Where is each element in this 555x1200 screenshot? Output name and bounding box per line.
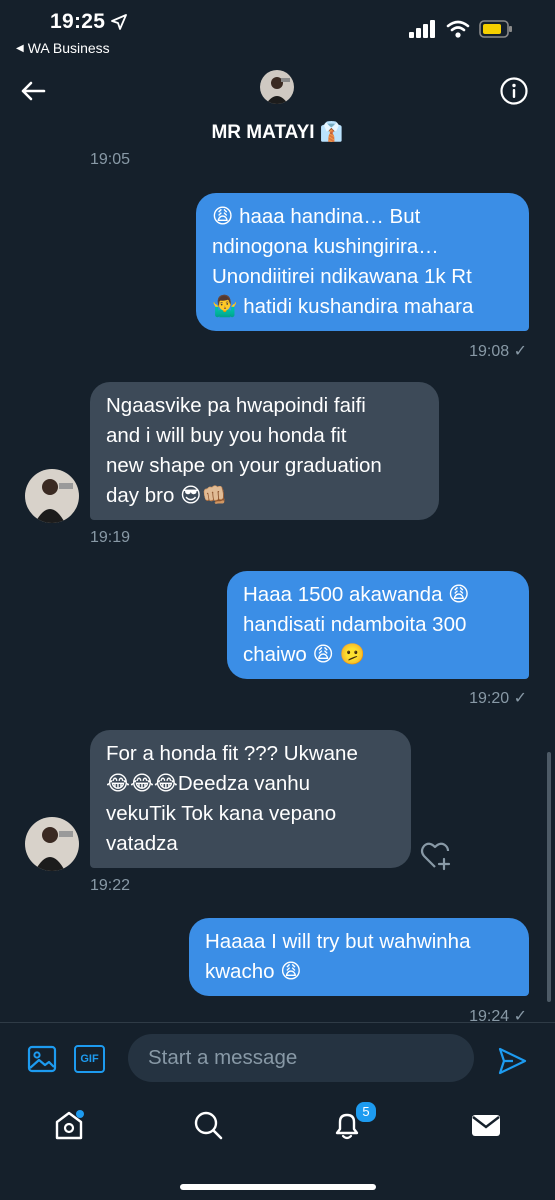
message-timestamp: 19:20 ✓ <box>469 690 527 707</box>
sent-message-bubble[interactable]: 😩 haaa handina… But ndinogona kushingiri… <box>196 193 529 331</box>
received-message-bubble[interactable]: For a honda fit ??? Ukwane 😂😂😂Deedza van… <box>90 730 411 868</box>
scrollbar[interactable] <box>547 752 551 1002</box>
status-indicators <box>409 20 513 38</box>
received-message-bubble[interactable]: Ngaasvike pa hwapoindi faifi and i will … <box>90 382 439 520</box>
cellular-signal-icon <box>409 20 435 38</box>
gif-button[interactable]: GIF <box>74 1045 105 1073</box>
gif-label: GIF <box>80 1053 99 1065</box>
contact-avatar[interactable] <box>260 70 294 104</box>
sent-message-bubble[interactable]: Haaa 1500 akawanda 😩 handisati ndamboita… <box>227 571 529 679</box>
info-icon[interactable] <box>499 76 529 106</box>
status-bar: 19:25 ◀ WA Business <box>0 0 555 62</box>
add-reaction-heart-icon[interactable] <box>420 838 454 872</box>
home-icon[interactable] <box>52 1108 86 1142</box>
clock-text: 19:25 <box>50 10 106 33</box>
notifications-count-badge: 5 <box>354 1100 378 1124</box>
message-timestamp: 19:08 ✓ <box>469 343 527 360</box>
image-icon[interactable] <box>26 1043 58 1075</box>
message-input[interactable] <box>128 1034 474 1082</box>
battery-icon <box>479 20 512 38</box>
back-arrow-icon[interactable] <box>18 76 48 106</box>
message-timestamp: 19:19 <box>90 529 131 546</box>
send-icon[interactable] <box>496 1045 528 1077</box>
location-arrow-icon <box>111 14 128 30</box>
back-to-app-link[interactable]: ◀ WA Business <box>16 40 110 56</box>
message-timestamp: 19:22 <box>90 877 131 894</box>
messages-envelope-icon[interactable] <box>469 1108 503 1142</box>
contact-avatar-small[interactable] <box>25 469 79 523</box>
status-time: 19:25 <box>50 10 128 34</box>
contact-name[interactable]: MR MATAYI 👔 <box>0 120 555 144</box>
search-icon[interactable] <box>191 1108 225 1142</box>
back-app-label: WA Business <box>27 40 110 56</box>
message-timestamp: 19:05 <box>90 151 131 168</box>
back-triangle-icon: ◀ <box>16 42 24 54</box>
contact-avatar-small[interactable] <box>25 817 79 871</box>
sent-message-bubble[interactable]: Haaaa I will try but wahwinha kwacho 😩 <box>189 918 529 996</box>
wifi-icon <box>446 20 470 38</box>
conversation-header: MR MATAYI 👔 <box>0 62 555 152</box>
message-composer: GIF <box>0 1022 555 1097</box>
home-indicator[interactable] <box>180 1184 376 1190</box>
